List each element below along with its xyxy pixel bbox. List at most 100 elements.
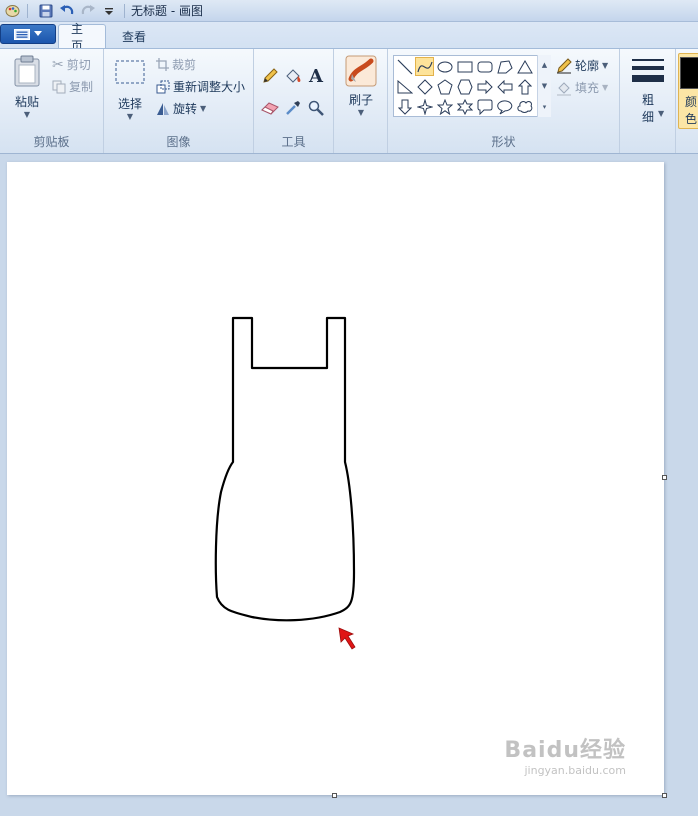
rotate-button[interactable]: 旋转 ▼ — [156, 100, 206, 117]
cut-label: 剪切 — [66, 58, 91, 72]
magnifier-icon[interactable] — [306, 98, 326, 118]
diamond-shape-icon[interactable] — [415, 77, 434, 96]
brushes-button[interactable]: 刷子 ▼ — [344, 55, 378, 117]
scroll-down-icon[interactable]: ▼ — [542, 82, 547, 90]
size-button[interactable]: 粗 细 ▼ — [628, 57, 668, 125]
rectangle-shape-icon[interactable] — [455, 57, 474, 76]
scissors-icon: ✂ — [52, 56, 64, 73]
brushes-group: 刷子 ▼ — [334, 49, 388, 153]
customize-toolbar-icon[interactable] — [100, 2, 118, 20]
triangle-shape-icon[interactable] — [515, 57, 534, 76]
polygon-shape-icon[interactable] — [495, 57, 514, 76]
watermark-url: jingyan.baidu.com — [524, 764, 626, 777]
pentagon-shape-icon[interactable] — [435, 77, 454, 96]
rounded-rectangle-shape-icon[interactable] — [475, 57, 494, 76]
chevron-down-icon: ▼ — [658, 109, 665, 118]
select-button[interactable]: 选择 ▼ — [112, 59, 148, 121]
shapes-gallery-scrollbar[interactable]: ▲ ▼ ▾ — [537, 55, 551, 117]
right-arrow-shape-icon[interactable] — [475, 77, 494, 96]
copy-label: 复制 — [69, 80, 94, 94]
fill-icon — [557, 81, 571, 95]
color1-label-line1: 颜 — [684, 95, 697, 109]
paste-label: 粘贴 — [14, 95, 39, 109]
six-point-star-shape-icon[interactable] — [455, 97, 474, 116]
pencil-icon[interactable] — [260, 66, 280, 86]
clipboard-group: 粘贴 ▼ ✂ 剪切 复制 剪贴板 — [0, 49, 104, 153]
left-arrow-shape-icon[interactable] — [495, 77, 514, 96]
line-shape-icon[interactable] — [395, 57, 414, 76]
color1-button[interactable]: 颜 色 — [678, 53, 698, 129]
canvas-resize-handle-right[interactable] — [662, 475, 667, 480]
rotate-label: 旋转 — [173, 102, 198, 116]
chevron-down-icon: ▼ — [200, 104, 207, 113]
title-bar: 无标题 - 画图 — [0, 0, 698, 22]
toolbar-separator — [27, 3, 28, 18]
rotate-icon — [157, 102, 169, 115]
chevron-down-icon: ▼ — [357, 108, 365, 117]
size-label-line2: 细 — [641, 110, 654, 124]
fill-bucket-icon[interactable] — [283, 66, 303, 86]
color-picker-icon[interactable] — [283, 98, 303, 118]
rounded-callout-shape-icon[interactable] — [475, 97, 494, 116]
watermark: Baidu经验 jingyan.baidu.com — [504, 732, 626, 777]
paint-app-icon[interactable] — [3, 2, 21, 20]
canvas-workspace: Baidu经验 jingyan.baidu.com — [0, 155, 698, 816]
shapes-gallery — [393, 55, 551, 117]
line-width-icon — [632, 59, 664, 82]
up-arrow-shape-icon[interactable] — [515, 77, 534, 96]
cloud-callout-shape-icon[interactable] — [515, 97, 534, 116]
scroll-up-icon[interactable]: ▲ — [542, 61, 547, 69]
redo-icon[interactable] — [79, 2, 97, 20]
image-group-label: 图像 — [166, 135, 191, 149]
toolbar-separator — [124, 3, 125, 18]
clipboard-group-label: 剪贴板 — [33, 135, 70, 149]
hexagon-shape-icon[interactable] — [455, 77, 474, 96]
paste-button[interactable]: 粘贴 ▼ — [8, 55, 46, 119]
size-label-line1: 粗 — [641, 93, 654, 107]
chevron-down-icon: ▼ — [602, 61, 609, 70]
size-group: 粗 细 ▼ — [620, 49, 676, 153]
resize-label: 重新调整大小 — [173, 80, 246, 94]
resize-button[interactable]: 重新调整大小 — [156, 78, 245, 95]
gallery-expand-icon[interactable]: ▾ — [543, 103, 547, 111]
fill-button[interactable]: 填充 ▼ — [556, 79, 608, 96]
canvas-resize-handle-corner[interactable] — [662, 793, 667, 798]
clipboard-icon — [14, 55, 40, 87]
chevron-down-icon: ▼ — [126, 112, 134, 121]
dress-drawing — [214, 316, 356, 622]
outline-label: 轮廓 — [575, 59, 600, 73]
four-point-star-shape-icon[interactable] — [415, 97, 434, 116]
color1-swatch — [680, 57, 698, 89]
cut-button[interactable]: ✂ 剪切 — [52, 56, 91, 73]
tab-view[interactable]: 查看 — [110, 24, 158, 48]
right-triangle-shape-icon[interactable] — [395, 77, 414, 96]
crop-icon — [156, 58, 169, 71]
drawing-canvas[interactable]: Baidu经验 jingyan.baidu.com — [7, 162, 664, 795]
oval-callout-shape-icon[interactable] — [495, 97, 514, 116]
copy-button[interactable]: 复制 — [52, 78, 93, 95]
crop-label: 裁剪 — [172, 58, 197, 72]
five-point-star-shape-icon[interactable] — [435, 97, 454, 116]
app-menu-button[interactable] — [0, 24, 56, 44]
brushes-label: 刷子 — [348, 93, 373, 107]
down-arrow-shape-icon[interactable] — [395, 97, 414, 116]
chevron-down-icon — [34, 31, 42, 36]
cursor-arrow-icon — [338, 627, 356, 650]
canvas-resize-handle-bottom[interactable] — [332, 793, 337, 798]
ribbon-tab-row: 主页 查看 — [0, 22, 698, 53]
watermark-logo: Baidu经验 — [504, 738, 626, 763]
tools-group-label: 工具 — [281, 135, 306, 149]
oval-shape-icon[interactable] — [435, 57, 454, 76]
shapes-group-label: 形状 — [491, 135, 516, 149]
fill-label: 填充 — [575, 81, 600, 95]
curve-shape-icon[interactable] — [415, 57, 434, 76]
tab-home[interactable]: 主页 — [58, 22, 106, 53]
text-tool-glyph: A — [309, 65, 323, 87]
eraser-icon[interactable] — [260, 98, 280, 118]
window-title: 无标题 - 画图 — [131, 4, 203, 18]
save-icon[interactable] — [37, 2, 55, 20]
undo-icon[interactable] — [58, 2, 76, 20]
text-icon[interactable]: A — [306, 65, 326, 87]
crop-button[interactable]: 裁剪 — [156, 56, 196, 73]
outline-button[interactable]: 轮廓 ▼ — [556, 57, 608, 74]
